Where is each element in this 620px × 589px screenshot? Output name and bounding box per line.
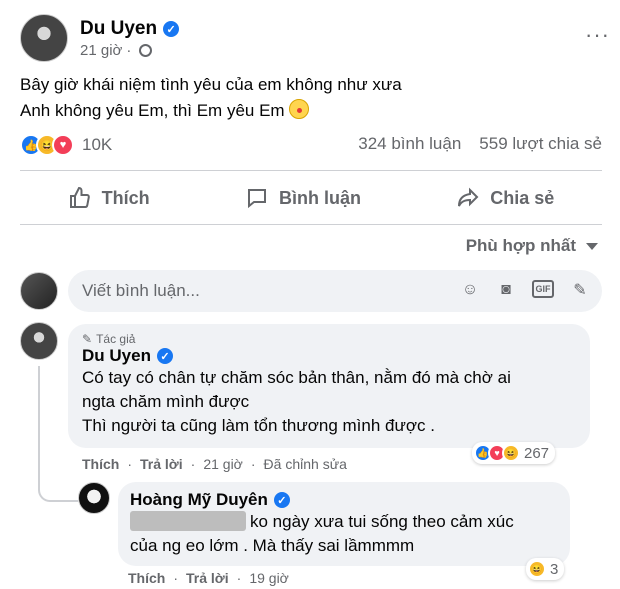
love-reaction-icon: ♥ (52, 134, 74, 156)
comments-count[interactable]: 324 bình luận (358, 134, 461, 154)
verified-icon: ✓ (156, 348, 173, 364)
haha-reaction-icon: 😆 (502, 444, 520, 462)
comment-bubble: Hoàng Mỹ Duyên ✓ ko ngày xưa tui sống th… (118, 482, 570, 566)
post-author[interactable]: Du Uyen ✓ (80, 18, 180, 40)
sticker-icon[interactable]: ✎ (570, 280, 590, 300)
post-header: Du Uyen ✓ 21 giờ · ··· (20, 14, 610, 64)
comment-reaction-count: 267 (524, 444, 550, 462)
like-button[interactable]: Thích (68, 186, 150, 210)
comment-button[interactable]: Bình luận (245, 186, 361, 210)
author-badge: ✎ Tác giả (82, 332, 136, 346)
post-stats: 👍 😆 ♥ 10K 324 bình luận 559 lượt chia sẻ (20, 134, 602, 158)
post-meta: 21 giờ · (80, 42, 153, 59)
comment-author[interactable]: Du Uyen ✓ (82, 346, 576, 366)
post-time[interactable]: 21 giờ (80, 42, 122, 59)
redacted-mention (130, 511, 246, 531)
comment-time[interactable]: 19 giờ (249, 570, 289, 586)
comment-icon (247, 189, 266, 209)
post-author-name[interactable]: Du Uyen (80, 18, 157, 40)
reply-comment: Hoàng Mỹ Duyên ✓ ko ngày xưa tui sống th… (78, 482, 602, 588)
commenter-avatar[interactable] (78, 482, 110, 514)
comment-label: Bình luận (278, 187, 361, 208)
verified-icon: ✓ (273, 492, 290, 508)
post-text: Bây giờ khái niệm tình yêu của em không … (20, 72, 402, 124)
comment-input-placeholder: Viết bình luận... (82, 281, 200, 300)
divider (20, 170, 602, 171)
comment-edited[interactable]: Đã chỉnh sửa (264, 456, 347, 472)
globe-icon (139, 44, 153, 57)
comment-bubble: ✎ Tác giả Du Uyen ✓ Có tay có chân tự ch… (68, 324, 590, 448)
divider (20, 224, 602, 225)
comment-input[interactable]: Viết bình luận... ☺ ◙ GIF ✎ (68, 270, 602, 312)
comment-meta: Thích · Trả lời · 19 giờ (128, 570, 289, 586)
comment-meta: Thích · Trả lời · 21 giờ · Đã chỉnh sửa (82, 456, 347, 472)
post-actions: Thích Bình luận Chia sẻ (20, 176, 602, 220)
verified-icon: ✓ (163, 21, 180, 37)
reaction-summary[interactable]: 👍 😆 ♥ 10K (20, 134, 112, 156)
haha-reaction-icon: 😆 (528, 560, 546, 578)
shares-count[interactable]: 559 lượt chia sẻ (479, 134, 602, 154)
chevron-down-icon (586, 242, 598, 250)
pencil-icon: ✎ (82, 332, 93, 346)
share-button[interactable]: Chia sẻ (456, 186, 554, 210)
comment-reactions[interactable]: 😆 3 (526, 558, 565, 580)
comment-text: Có tay có chân tự chăm sóc bản thân, nằm… (82, 368, 511, 435)
gif-icon[interactable]: GIF (532, 280, 554, 298)
post-text-line-2: Anh không yêu Em, thì Em yêu Em (20, 98, 402, 124)
comment-time[interactable]: 21 giờ (203, 456, 243, 472)
comment-author[interactable]: Hoàng Mỹ Duyên ✓ (130, 490, 558, 510)
comment-like-link[interactable]: Thích (128, 570, 165, 586)
post-text-line: Bây giờ khái niệm tình yêu của em không … (20, 75, 402, 94)
reaction-count[interactable]: 10K (82, 135, 112, 155)
comment-like-link[interactable]: Thích (82, 456, 119, 472)
camera-icon[interactable]: ◙ (496, 280, 516, 300)
like-icon (69, 186, 90, 208)
like-label: Thích (101, 187, 150, 208)
comment-composer: Viết bình luận... ☺ ◙ GIF ✎ (20, 270, 602, 312)
comment-reaction-count: 3 (550, 560, 559, 578)
composer-icons: ☺ ◙ GIF ✎ (460, 280, 590, 300)
sort-label: Phù hợp nhất (465, 236, 576, 255)
commenter-avatar[interactable] (20, 322, 58, 360)
smile-icon[interactable]: ☺ (460, 280, 480, 300)
clown-emoji (288, 99, 309, 119)
share-icon (458, 187, 479, 207)
comment-reply-link[interactable]: Trả lời (186, 570, 229, 586)
engagement-stats: 324 bình luận 559 lượt chia sẻ (358, 134, 602, 154)
viewer-avatar[interactable] (20, 272, 58, 310)
author-avatar[interactable] (20, 14, 68, 62)
comment: ✎ Tác giả Du Uyen ✓ Có tay có chân tự ch… (20, 322, 602, 472)
sort-dropdown[interactable]: Phù hợp nhất (466, 236, 598, 256)
more-icon[interactable]: ··· (585, 22, 610, 48)
share-label: Chia sẻ (490, 187, 555, 208)
comment-reply-link[interactable]: Trả lời (140, 456, 183, 472)
comment-text: ko ngày xưa tui sống theo cảm xúc của ng… (130, 511, 514, 555)
comment-reactions[interactable]: 👍 ♥ 😆 267 (472, 442, 556, 464)
